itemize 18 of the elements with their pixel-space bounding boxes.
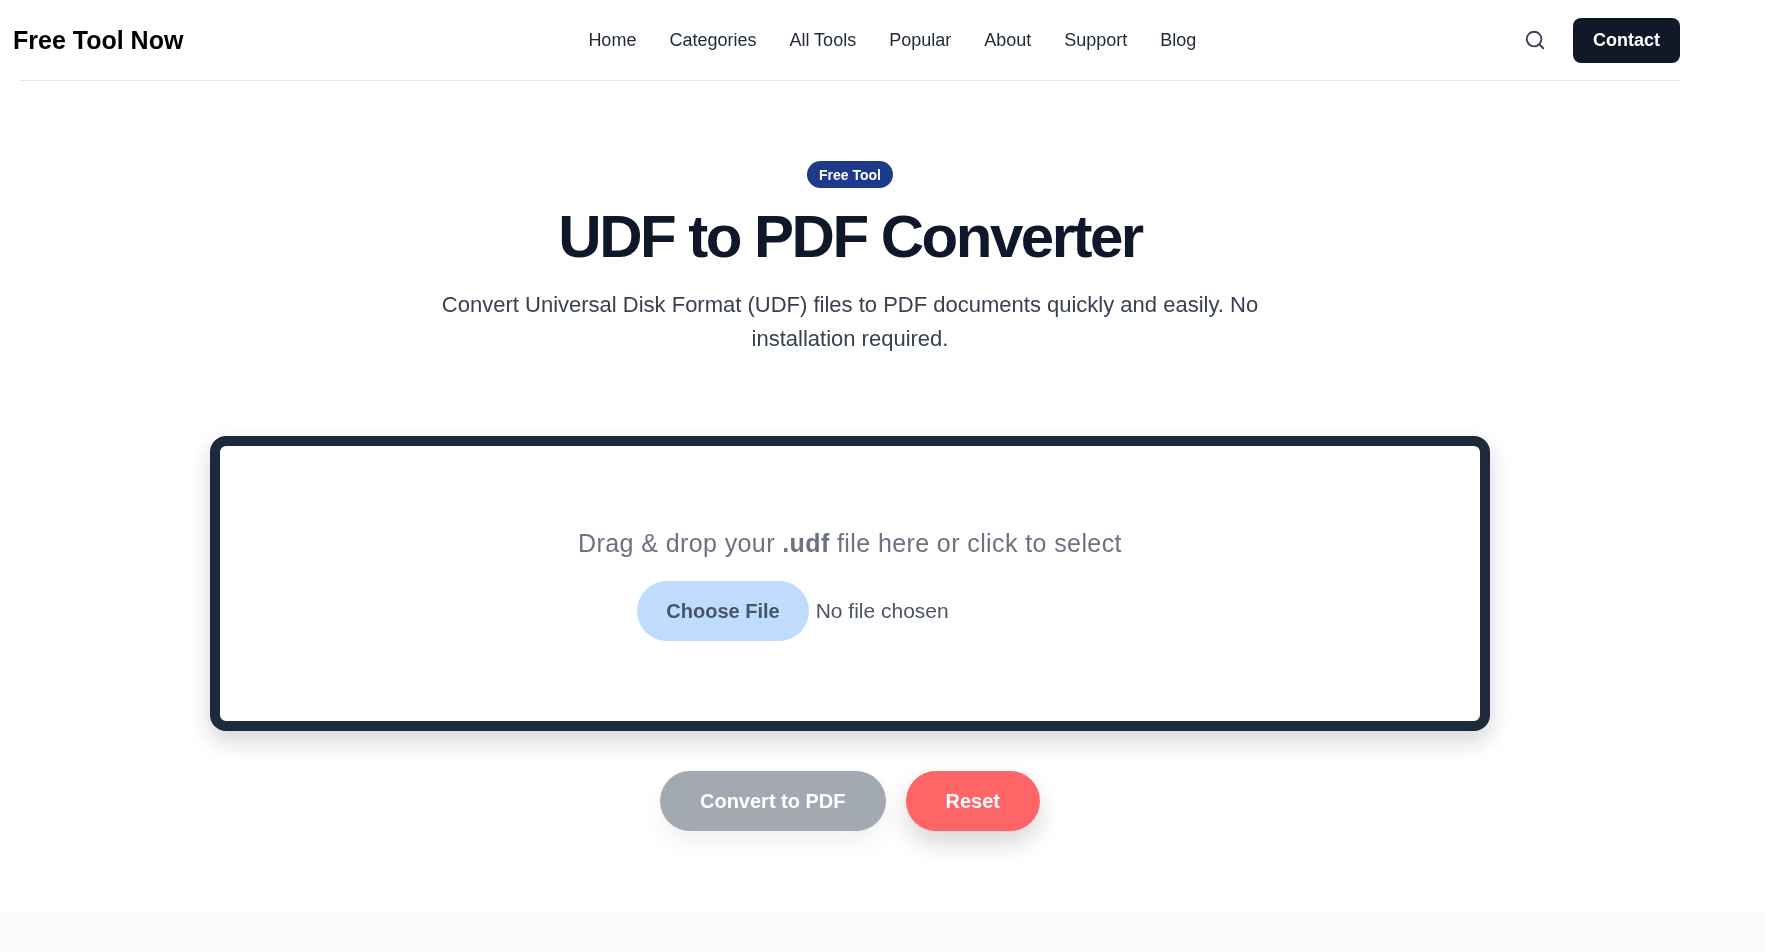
nav-link[interactable]: Categories [669,29,757,51]
free-tool-badge: Free Tool [807,161,893,188]
contact-button[interactable]: Contact [1573,17,1680,63]
nav-link[interactable]: Support [1064,29,1128,51]
nav-link[interactable]: Home [588,29,637,51]
nav-link[interactable]: All Tools [789,29,857,51]
page-subtitle: Convert Universal Disk Format (UDF) files to PDF documents quickly and easily. No installation required. [440,291,1260,353]
choose-file-button[interactable]: Choose File [637,581,809,641]
nav-link[interactable]: Popular [889,29,952,51]
page-title: UDF to PDF Converter [558,204,1142,270]
site-logo[interactable]: Free Tool Now [13,25,184,55]
file-status: No file chosen [815,599,949,623]
search-button[interactable] [1524,29,1546,51]
nav-link[interactable]: About [984,29,1032,51]
file-drop-zone[interactable]: Drag & drop your .udf file here or click to select Choose File No file chosen [210,436,1490,731]
nav-link[interactable]: Blog [1160,29,1197,51]
search-icon [1524,29,1546,51]
drop-prompt: Drag & drop your .udf file here or click to select [578,528,1122,559]
